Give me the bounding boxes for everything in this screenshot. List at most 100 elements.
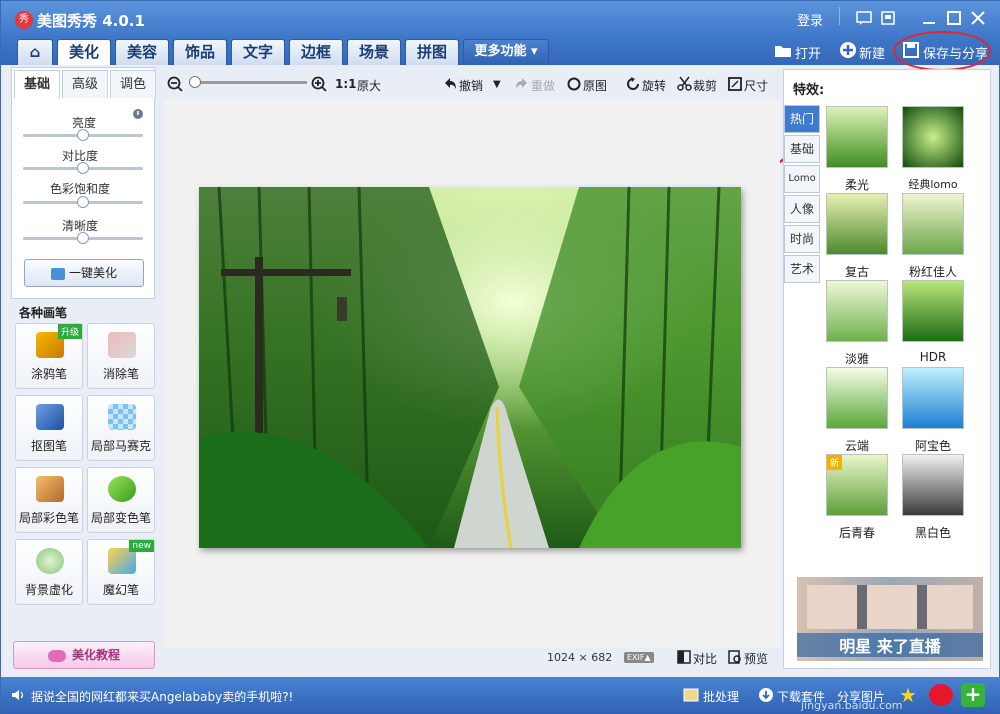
preview-button[interactable]: 预览	[744, 650, 768, 667]
brightness-slider[interactable]	[23, 129, 143, 141]
tab-scene[interactable]: 场景	[347, 39, 401, 65]
rotate-icon	[627, 77, 639, 90]
brush-label: 局部彩色笔	[18, 511, 79, 525]
compare-button[interactable]: 对比	[693, 650, 717, 667]
undo-dropdown-icon[interactable]: ▼	[493, 79, 501, 90]
original-button[interactable]: 原图	[583, 77, 607, 94]
effect-youth[interactable]: 新	[826, 454, 888, 516]
slider-knob[interactable]	[77, 129, 89, 141]
speaker-icon	[12, 690, 24, 700]
tab-frame[interactable]: 边框	[289, 39, 343, 65]
zoom-in-icon[interactable]	[311, 76, 327, 92]
maximize-icon[interactable]	[947, 11, 961, 25]
tutorial-button[interactable]: 美化教程	[13, 641, 155, 669]
effect-label: HDR	[919, 350, 947, 364]
batch-icon	[683, 688, 699, 702]
brush-label: 局部马赛克	[90, 439, 151, 453]
one-click-beautify-button[interactable]: 一键美化	[24, 259, 144, 287]
download-icon	[759, 688, 773, 702]
brush-blur-bg[interactable]: 背景虚化	[15, 539, 83, 605]
brush-eraser[interactable]: 消除笔	[87, 323, 155, 389]
brush-doodle[interactable]: 升级 涂鸦笔	[15, 323, 83, 389]
tab-beautify[interactable]: 美化	[57, 39, 111, 65]
qzone-star-icon[interactable]: ★	[896, 684, 920, 706]
redo-icon	[516, 78, 527, 89]
effect-hdr[interactable]	[902, 280, 964, 342]
contrast-slider[interactable]	[23, 162, 143, 174]
new-button[interactable]: 新建	[859, 43, 885, 62]
hand-icon	[47, 649, 66, 662]
brush-magic[interactable]: new 魔幻笔	[87, 539, 155, 605]
tab-face[interactable]: 美容	[115, 39, 169, 65]
batch-button[interactable]: 批处理	[703, 688, 739, 705]
resize-button[interactable]: 尺寸	[744, 77, 768, 94]
brush-mosaic[interactable]: 局部马赛克	[87, 395, 155, 461]
weibo-icon[interactable]	[929, 684, 953, 706]
category-lomo[interactable]: Lomo	[784, 165, 820, 193]
mosaic-icon	[108, 404, 136, 430]
saturation-label: 色彩饱和度	[49, 182, 110, 196]
slider-knob[interactable]	[77, 196, 89, 208]
edited-photo[interactable]	[199, 187, 741, 548]
effect-abao[interactable]	[902, 367, 964, 429]
message-icon[interactable]	[856, 11, 872, 25]
original-size-button[interactable]: 原大	[357, 77, 381, 94]
tab-advanced[interactable]: 高级	[62, 70, 108, 98]
effect-lomo[interactable]	[902, 106, 964, 168]
category-art[interactable]: 艺术	[784, 255, 820, 283]
zoom-out-icon[interactable]	[167, 76, 183, 92]
effect-label: 淡雅	[844, 352, 869, 366]
brush-local-color[interactable]: 局部彩色笔	[15, 467, 83, 533]
new-icon	[840, 42, 856, 58]
exif-badge[interactable]: EXIF▲	[624, 652, 654, 663]
slider-knob[interactable]	[77, 232, 89, 244]
slider-knob[interactable]	[77, 162, 89, 174]
brush-recolor[interactable]: 局部变色笔	[87, 467, 155, 533]
effect-label: 复古	[844, 265, 869, 279]
sharpness-slider[interactable]	[23, 232, 143, 244]
tab-text[interactable]: 文字	[231, 39, 285, 65]
effect-bw[interactable]	[902, 454, 964, 516]
ad-banner[interactable]: 明星 来了直播	[797, 577, 983, 661]
tab-more[interactable]: 更多功能 ▾	[463, 39, 549, 65]
saturation-slider[interactable]	[23, 196, 143, 208]
magic-icon	[50, 267, 65, 280]
skin-icon[interactable]	[881, 11, 895, 25]
zoom-slider[interactable]	[189, 76, 307, 88]
title-bar: 秀 美图秀秀 4.0.1 登录	[1, 1, 1000, 37]
effect-soft-light[interactable]	[826, 106, 888, 168]
brush-label: 魔幻笔	[102, 583, 139, 597]
effects-title: 特效:	[793, 83, 825, 98]
rotate-button[interactable]: 旋转	[642, 77, 666, 94]
brush-label: 涂鸦笔	[30, 367, 67, 381]
category-basic[interactable]: 基础	[784, 135, 820, 163]
add-share-icon[interactable]: +	[961, 683, 985, 707]
undo-button[interactable]: 撤销	[459, 77, 483, 94]
effect-label: 粉红佳人	[908, 265, 957, 279]
redo-button[interactable]: 重做	[531, 77, 555, 94]
minimize-icon[interactable]	[922, 11, 936, 25]
zoom-knob[interactable]	[189, 76, 201, 88]
brush-label: 消除笔	[102, 367, 139, 381]
tab-collage[interactable]: 拼图	[405, 39, 459, 65]
brush-cutout[interactable]: 抠图笔	[15, 395, 83, 461]
brush-label: 背景虚化	[24, 583, 73, 597]
tab-color[interactable]: 调色	[110, 70, 156, 98]
category-hot[interactable]: 热门	[784, 105, 820, 133]
close-icon[interactable]	[971, 11, 985, 25]
effect-retro[interactable]	[826, 193, 888, 255]
marquee-text[interactable]: 据说全国的网红都来买Angelababy卖的手机啦?!	[31, 688, 293, 705]
effect-cloud[interactable]	[826, 367, 888, 429]
crop-button[interactable]: 裁剪	[693, 77, 717, 94]
login-link[interactable]: 登录	[797, 10, 823, 29]
effect-pink[interactable]	[902, 193, 964, 255]
tab-basic[interactable]: 基础	[14, 70, 60, 98]
tab-home[interactable]: ⌂	[17, 39, 53, 65]
category-portrait[interactable]: 人像	[784, 195, 820, 223]
effect-elegant[interactable]	[826, 280, 888, 342]
open-button[interactable]: 打开	[795, 43, 821, 62]
tab-accessories[interactable]: 饰品	[173, 39, 227, 65]
eraser-icon	[108, 332, 136, 358]
zoom-ratio[interactable]: 1:1	[335, 77, 357, 91]
category-fashion[interactable]: 时尚	[784, 225, 820, 253]
